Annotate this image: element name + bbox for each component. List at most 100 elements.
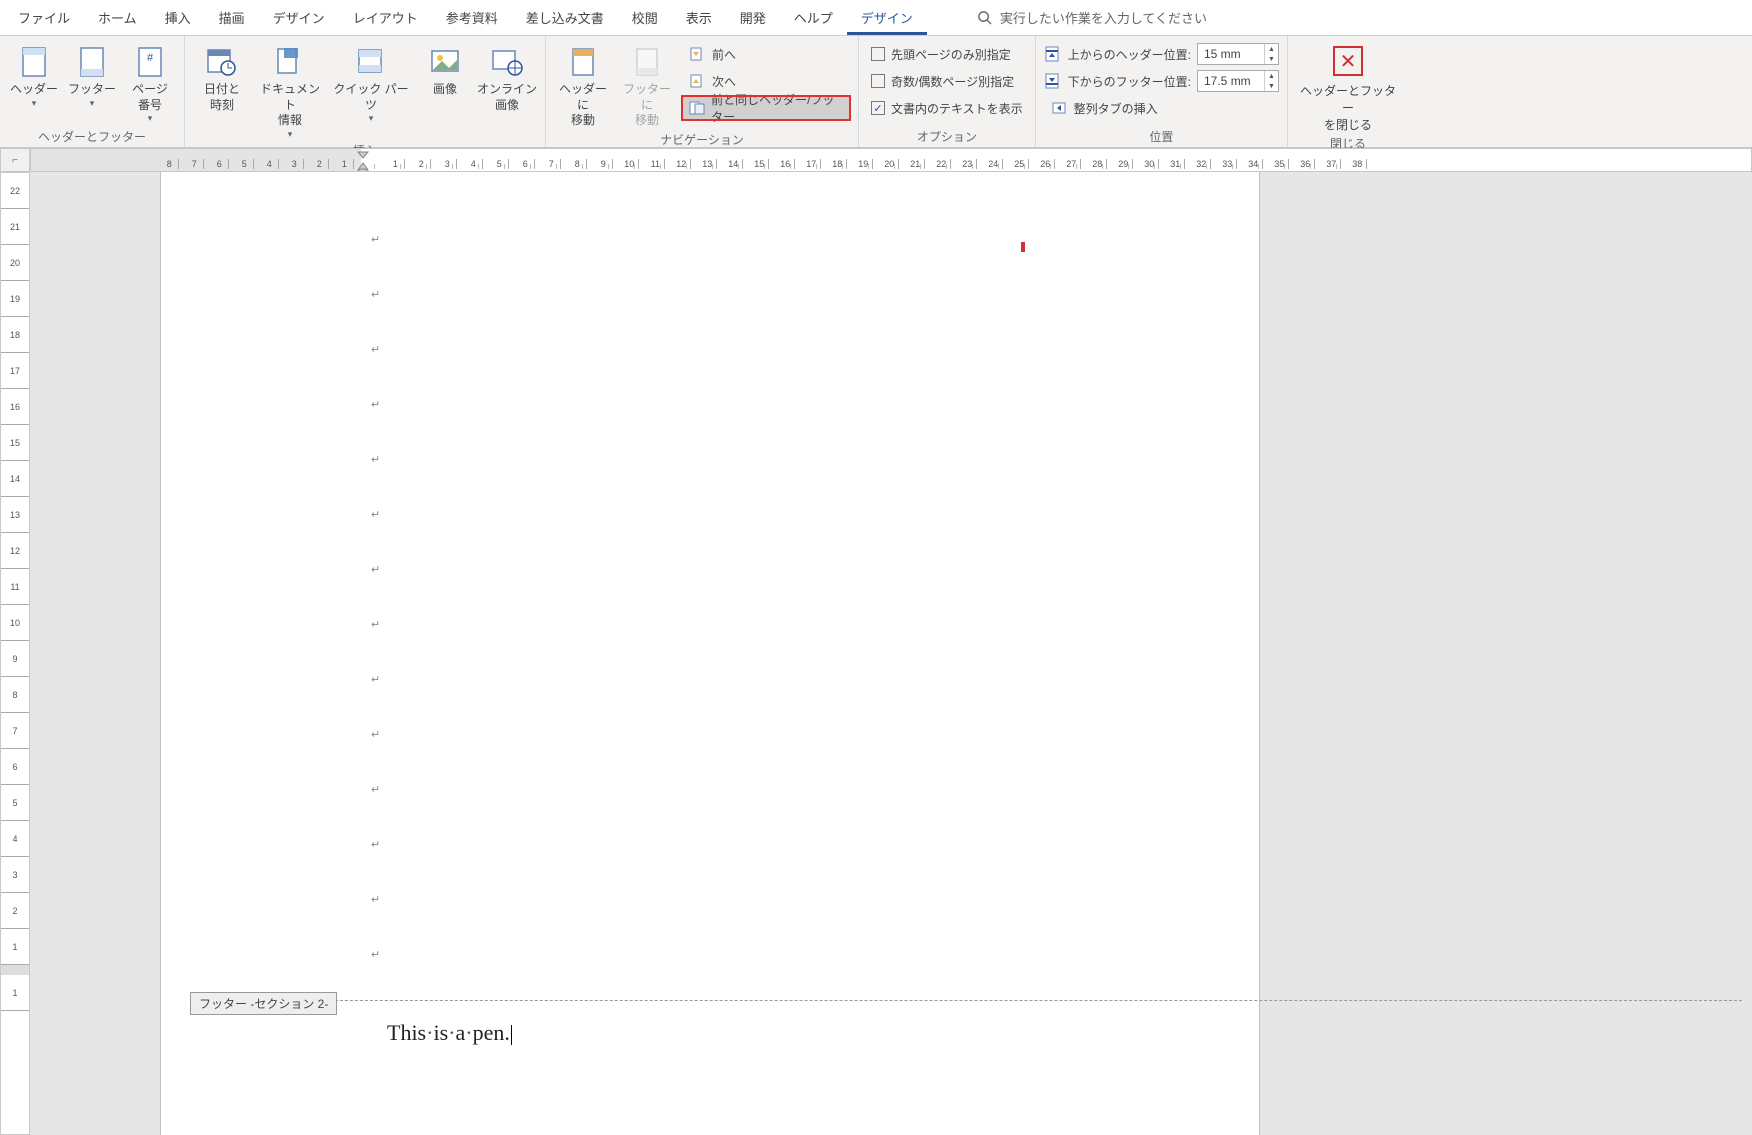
- footer-button[interactable]: フッター ▾: [66, 42, 118, 109]
- chevron-down-icon: ▾: [32, 98, 37, 110]
- paragraph-mark: [371, 727, 380, 743]
- menu-tab-8[interactable]: 校閲: [618, 0, 672, 35]
- paragraph-mark: [371, 892, 380, 908]
- footer-text[interactable]: This·is·a·pen.: [387, 1020, 512, 1046]
- close-header-footer-button[interactable]: ✕ ヘッダーとフッター を閉じる: [1298, 42, 1398, 133]
- show-document-text-checkbox[interactable]: ✓ 文書内のテキストを表示: [867, 96, 1027, 120]
- page-number-button[interactable]: # ページ 番号 ▾: [124, 42, 176, 125]
- different-odd-even-checkbox[interactable]: 奇数/偶数ページ別指定: [867, 69, 1027, 93]
- tell-me-search[interactable]: 実行したい作業を入力してください: [977, 8, 1207, 27]
- ribbon: ヘッダー ▾ フッター ▾ # ページ 番号 ▾ ヘッダーとフッター: [0, 36, 1752, 148]
- header-button[interactable]: ヘッダー ▾: [8, 42, 60, 109]
- paragraph-mark: [371, 507, 380, 523]
- chevron-down-icon: ▾: [90, 98, 95, 110]
- paragraph-mark: [371, 232, 380, 248]
- previous-button[interactable]: 前へ: [682, 42, 850, 66]
- paragraph-mark: [371, 617, 380, 633]
- quick-parts-icon: [355, 46, 387, 78]
- header-icon: [18, 46, 50, 78]
- header-position-icon: [1044, 45, 1062, 63]
- tab-stop-selector[interactable]: ⌐: [0, 148, 30, 172]
- paragraph-mark: [371, 287, 380, 303]
- date-time-button[interactable]: 日付と 時刻: [193, 42, 251, 113]
- document-workspace: ⌐ 87654321123456789101112131415161718192…: [0, 148, 1752, 1135]
- menu-tab-0[interactable]: ファイル: [4, 0, 84, 35]
- svg-text:#: #: [147, 52, 154, 64]
- quick-parts-button[interactable]: クイック パーツ ▾: [329, 42, 413, 125]
- footer-from-bottom-row: 下からのフッター位置: 17.5 mm ▲▼: [1044, 69, 1279, 93]
- footer-position-icon: [1044, 72, 1062, 90]
- goto-footer-icon: [631, 46, 663, 78]
- horizontal-ruler[interactable]: 8765432112345678910111213141516171819202…: [30, 148, 1752, 172]
- goto-header-icon: [567, 46, 599, 78]
- link-previous-icon: [689, 99, 705, 117]
- menu-tab-3[interactable]: 描画: [205, 0, 259, 35]
- group-header-footer: ヘッダー ▾ フッター ▾ # ページ 番号 ▾ ヘッダーとフッター: [0, 36, 185, 147]
- goto-footer-button: フッターに 移動: [618, 42, 676, 129]
- spin-down-icon[interactable]: ▼: [1265, 81, 1278, 91]
- link-to-previous-button[interactable]: 前と同じヘッダー/フッター: [682, 96, 850, 120]
- picture-button[interactable]: 画像: [419, 42, 471, 98]
- spin-up-icon[interactable]: ▲: [1265, 44, 1278, 54]
- group-navigation: ヘッダーに 移動 フッターに 移動 前へ 次へ 前と同: [546, 36, 859, 147]
- doc-info-icon: [274, 46, 306, 78]
- paragraph-mark: [371, 452, 380, 468]
- menu-tab-6[interactable]: 参考資料: [432, 0, 512, 35]
- vertical-ruler[interactable]: 222120191817161514131211109876543211: [0, 172, 30, 1135]
- chevron-down-icon: ▾: [288, 129, 293, 141]
- menu-tab-1[interactable]: ホーム: [84, 0, 151, 35]
- group-options: 先頭ページのみ別指定 奇数/偶数ページ別指定 ✓ 文書内のテキストを表示 オプシ…: [859, 36, 1036, 147]
- footer-boundary-line: [190, 1000, 1742, 1001]
- paragraph-mark: [371, 562, 380, 578]
- group-close: ✕ ヘッダーとフッター を閉じる 閉じる: [1288, 36, 1408, 147]
- menu-tab-10[interactable]: 開発: [726, 0, 780, 35]
- chevron-down-icon: ▾: [148, 113, 153, 125]
- spin-up-icon[interactable]: ▲: [1265, 71, 1278, 81]
- menu-bar: ファイルホーム挿入描画デザインレイアウト参考資料差し込み文書校閲表示開発ヘルプデ…: [0, 0, 1752, 36]
- checkbox-checked-icon: ✓: [871, 101, 885, 115]
- paragraph-mark: [371, 782, 380, 798]
- group-insert: 日付と 時刻 ドキュメント 情報 ▾ クイック パーツ ▾ 画: [185, 36, 546, 147]
- menu-tab-11[interactable]: ヘルプ: [780, 0, 847, 35]
- footer-from-bottom-input[interactable]: 17.5 mm ▲▼: [1197, 70, 1279, 92]
- paragraph-mark: [371, 342, 380, 358]
- paragraph-mark: [371, 672, 380, 688]
- spin-down-icon[interactable]: ▼: [1265, 54, 1278, 64]
- search-icon: [977, 10, 992, 25]
- picture-icon: [429, 46, 461, 78]
- date-time-icon: [206, 46, 238, 78]
- footer-section-tab: フッター -セクション 2-: [190, 992, 337, 1015]
- next-icon: [688, 72, 706, 90]
- text-cursor: [511, 1025, 512, 1045]
- paragraph-mark: [371, 947, 380, 963]
- menu-tab-2[interactable]: 挿入: [151, 0, 205, 35]
- previous-icon: [688, 45, 706, 63]
- menu-tab-4[interactable]: デザイン: [259, 0, 339, 35]
- online-picture-icon: [491, 46, 523, 78]
- menu-tab-12[interactable]: デザイン: [847, 0, 927, 35]
- footer-icon: [76, 46, 108, 78]
- red-marker: [1021, 242, 1025, 252]
- chevron-down-icon: ▾: [369, 113, 374, 125]
- checkbox-icon: [871, 74, 885, 88]
- checkbox-icon: [871, 47, 885, 61]
- group-position: 上からのヘッダー位置: 15 mm ▲▼ 下からのフッター位置: 17.5 mm…: [1036, 36, 1288, 147]
- search-placeholder: 実行したい作業を入力してください: [1000, 8, 1207, 27]
- page-number-icon: #: [134, 46, 166, 78]
- doc-info-button[interactable]: ドキュメント 情報 ▾: [257, 42, 323, 140]
- header-from-top-input[interactable]: 15 mm ▲▼: [1197, 43, 1279, 65]
- goto-header-button[interactable]: ヘッダーに 移動: [554, 42, 612, 129]
- page: [160, 172, 1260, 1135]
- menu-tab-5[interactable]: レイアウト: [339, 0, 432, 35]
- different-first-page-checkbox[interactable]: 先頭ページのみ別指定: [867, 42, 1027, 66]
- next-button[interactable]: 次へ: [682, 69, 850, 93]
- close-icon: ✕: [1333, 46, 1363, 76]
- header-from-top-row: 上からのヘッダー位置: 15 mm ▲▼: [1044, 42, 1279, 66]
- menu-tab-7[interactable]: 差し込み文書: [512, 0, 618, 35]
- menu-tab-9[interactable]: 表示: [672, 0, 726, 35]
- paragraph-mark: [371, 397, 380, 413]
- align-tab-icon: [1050, 99, 1068, 117]
- online-picture-button[interactable]: オンライン 画像: [477, 42, 537, 113]
- insert-alignment-tab-button[interactable]: 整列タブの挿入: [1044, 96, 1279, 120]
- document-area[interactable]: フッター -セクション 2- This·is·a·pen.: [30, 172, 1752, 1135]
